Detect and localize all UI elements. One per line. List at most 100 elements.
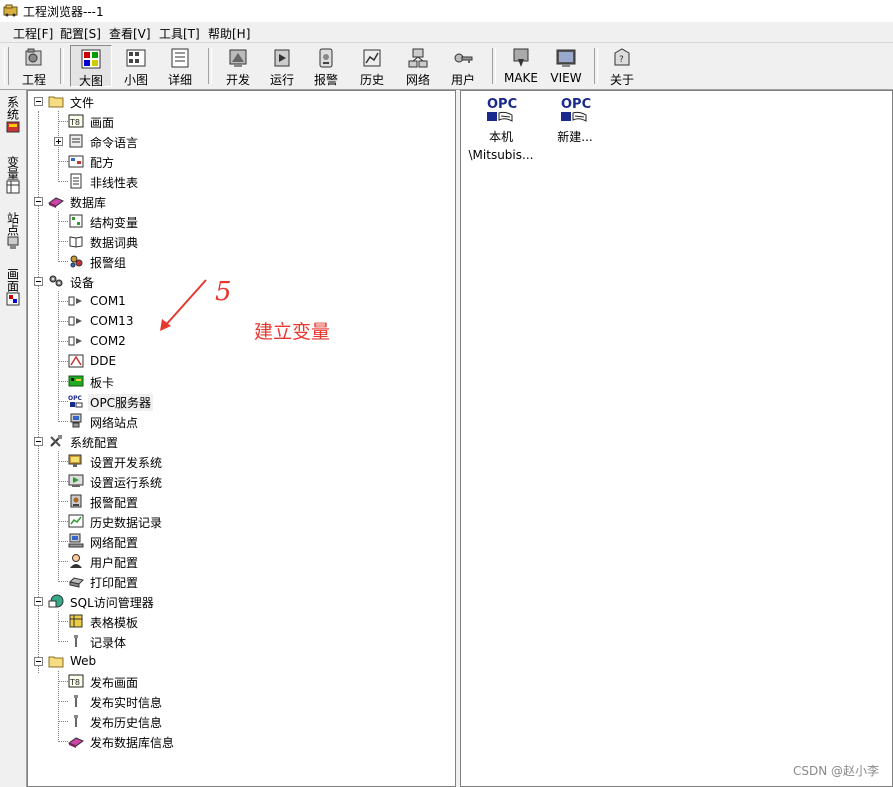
publish-realtime-icon <box>74 695 78 707</box>
history-icon <box>363 49 381 67</box>
svg-text:T8: T8 <box>69 118 80 127</box>
alarm-icon <box>319 48 333 68</box>
command-icon <box>69 134 83 148</box>
sites-tab-icon <box>7 236 19 249</box>
dev-settings-icon <box>68 454 82 467</box>
screen-icon: T8 <box>68 114 84 128</box>
menu-project[interactable]: 工程[F] <box>13 25 53 42</box>
side-tab-sites[interactable]: 站点 <box>4 212 22 252</box>
tree-guide <box>58 211 59 262</box>
tree-expander-sql[interactable] <box>34 597 43 606</box>
list-item-label: \Mitsubis... <box>468 148 534 162</box>
toolbar-large-icons-button[interactable]: 大图 <box>70 45 112 88</box>
about-icon: ? <box>614 48 630 66</box>
menu-tools[interactable]: 工具[T] <box>159 25 200 42</box>
toolbar-separator <box>208 48 212 84</box>
toolbar-run-button[interactable]: 运行 <box>262 45 302 87</box>
make-icon <box>513 48 529 67</box>
table-template-icon <box>69 614 83 628</box>
alarm-config-icon <box>70 494 82 508</box>
svg-text:OPC: OPC <box>68 395 82 402</box>
toolbar-separator <box>60 48 64 84</box>
list-item-label: 本机 <box>488 130 513 144</box>
window-title: 工程浏览器---1 <box>23 5 104 19</box>
toolbar: 工程 大图 小图 详细 开发 运行 报警 历史 网络 用户 MAKE VIEW … <box>0 43 893 90</box>
svg-text:T8: T8 <box>69 678 80 687</box>
menu-help[interactable]: 帮助[H] <box>208 25 250 42</box>
side-tab-system[interactable]: 系统 <box>4 96 22 136</box>
device-icon <box>49 275 63 287</box>
toolbar-develop-button[interactable]: 开发 <box>218 45 258 87</box>
svg-text:OPC: OPC <box>561 97 591 112</box>
tree-guide <box>58 451 59 582</box>
alarm-group-icon <box>70 255 83 268</box>
develop-icon <box>229 49 247 67</box>
side-tab-variables[interactable]: 变量 <box>4 156 22 196</box>
toolbar-grip[interactable] <box>4 47 9 85</box>
network-config-icon <box>68 533 84 548</box>
details-icon <box>171 48 189 68</box>
tree-expander-database[interactable] <box>34 197 43 206</box>
side-tab-screens[interactable]: 画面 <box>4 268 22 308</box>
tree-expander-file[interactable] <box>34 97 43 106</box>
toolbar-user-button[interactable]: 用户 <box>442 45 484 87</box>
annotation-text: 建立变量 <box>254 321 331 343</box>
app-icon <box>3 4 18 17</box>
system-tab-icon <box>6 121 20 133</box>
folder-icon <box>48 656 64 668</box>
tree-guide <box>58 611 59 642</box>
toolbar-network-button[interactable]: 网络 <box>396 45 440 87</box>
tree-guide <box>38 111 39 673</box>
user-icon <box>70 554 82 568</box>
serial-port-icon <box>68 336 82 346</box>
small-icons-icon <box>126 49 146 67</box>
content-list-view: OPC 本机 \Mitsubis... OPC 新建... <box>460 90 893 787</box>
list-item-local-opc[interactable]: OPC 本机 \Mitsubis... <box>461 95 541 163</box>
key-icon <box>454 53 473 63</box>
list-item-label: 新建... <box>557 130 593 144</box>
toolbar-make-button[interactable]: MAKE <box>500 45 542 87</box>
network-site-icon <box>70 413 82 428</box>
view-icon <box>556 49 576 67</box>
tree-expander-web[interactable] <box>34 657 43 666</box>
opc-server-icon: OPC <box>68 395 83 408</box>
tree-expander-device[interactable] <box>34 277 43 286</box>
menu-view[interactable]: 查看[V] <box>109 25 151 42</box>
menu-bar: 工程[F] 配置[S] 查看[V] 工具[T] 帮助[H] <box>0 22 893 43</box>
toolbar-view-button[interactable]: VIEW <box>545 45 587 87</box>
toolbar-about-button[interactable]: ? 关于 <box>602 45 642 87</box>
toolbar-project-button[interactable]: 工程 <box>14 45 54 87</box>
serial-port-icon <box>68 316 82 326</box>
run-icon <box>274 49 290 67</box>
publish-screen-icon: T8 <box>68 674 84 688</box>
opc-icon: OPC <box>487 97 517 122</box>
tools-icon <box>50 435 62 447</box>
menu-config[interactable]: 配置[S] <box>60 25 101 42</box>
annotation-arrow-icon <box>160 279 207 331</box>
side-tab-strip: 系统 变量 站点 画面 <box>0 90 27 787</box>
toolbar-small-icons-button[interactable]: 小图 <box>116 45 156 87</box>
toolbar-details-button[interactable]: 详细 <box>160 45 200 87</box>
table-icon <box>70 173 82 189</box>
opc-icon: OPC <box>561 97 591 122</box>
dde-icon <box>68 354 84 368</box>
serial-port-icon <box>68 296 82 306</box>
tree-expander-system-config[interactable] <box>34 437 43 446</box>
publish-history-icon <box>74 715 78 727</box>
database-icon <box>48 197 64 208</box>
recipe-icon <box>68 155 84 168</box>
tree-expander-command[interactable] <box>54 137 63 146</box>
toolbar-history-button[interactable]: 历史 <box>350 45 394 87</box>
folder-icon <box>48 96 64 108</box>
project-icon <box>25 48 42 66</box>
list-item-new-opc[interactable]: OPC 新建... <box>535 95 615 145</box>
board-icon <box>68 375 84 387</box>
toolbar-separator <box>492 48 496 84</box>
printer-icon <box>69 577 84 588</box>
svg-text:OPC: OPC <box>487 97 517 112</box>
network-icon <box>408 48 428 68</box>
screens-tab-icon <box>6 292 20 306</box>
run-settings-icon <box>68 474 84 487</box>
toolbar-alarm-button[interactable]: 报警 <box>306 45 346 87</box>
annotation-step-number: 5 <box>215 277 232 307</box>
